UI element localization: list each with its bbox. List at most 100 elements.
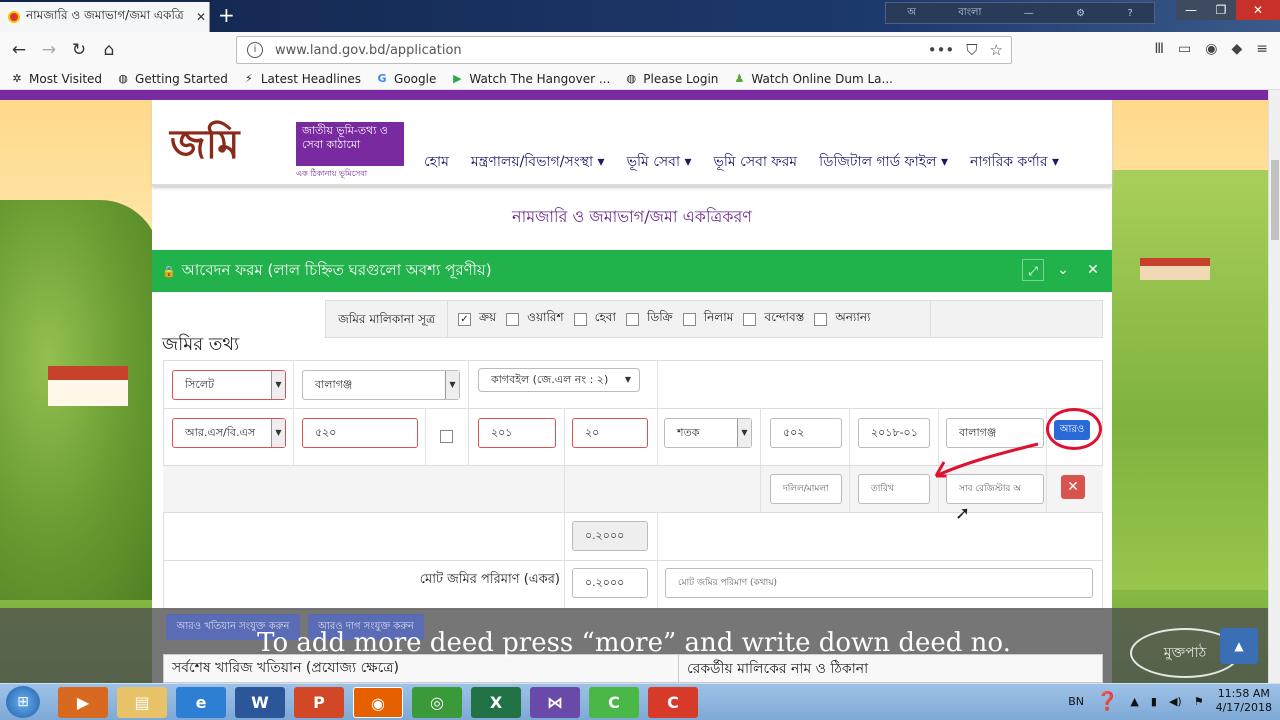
bookmark-item[interactable]: G Google <box>375 71 437 86</box>
chrome-icon[interactable]: ◎ <box>412 687 462 718</box>
khatian-input[interactable]: ৫২০ <box>302 418 418 448</box>
page-scrollbar[interactable] <box>1268 90 1280 683</box>
bookmark-item[interactable]: ♟ Watch Online Dum La... <box>732 72 892 86</box>
checkbox-gift[interactable] <box>573 312 587 326</box>
menu-citizen-corner[interactable]: নাগরিক কর্ণার ▾ <box>970 150 1059 174</box>
network-icon[interactable]: ▮ <box>1151 695 1157 708</box>
video-caption: To add more deed press “more” and write … <box>257 628 1011 658</box>
upazila-select[interactable]: বালাগঞ্জ ▼ <box>302 370 460 400</box>
rss-icon: ⚡ <box>244 71 253 85</box>
checkbox-decree[interactable] <box>625 312 639 326</box>
volume-icon[interactable]: ◀) <box>1169 695 1182 708</box>
checkbox-settlement[interactable] <box>743 312 757 326</box>
maximize-button[interactable]: ❐ <box>1206 0 1236 20</box>
checkbox-inheritance[interactable] <box>506 312 520 326</box>
sidebar-icon[interactable]: ▭ <box>1178 41 1191 57</box>
clock[interactable]: 11:58 AM 4/17/2018 <box>1216 687 1272 715</box>
word-icon[interactable]: W <box>235 687 285 718</box>
forward-arrow-icon[interactable]: → <box>34 40 64 60</box>
page-actions-icon[interactable]: ••• <box>928 41 955 59</box>
unit-select[interactable]: শতক ▼ <box>664 418 752 448</box>
bookmark-item[interactable]: ◍ Please Login <box>624 72 718 86</box>
recorder-icon[interactable]: C <box>648 687 698 718</box>
new-tab-button[interactable]: + <box>218 4 235 26</box>
gear-icon: ✲ <box>12 71 22 85</box>
bookmarks-bar: ✲ Most Visited ◍ Getting Started ⚡ Latest H… <box>0 68 1280 90</box>
address-bar[interactable]: i www.land.gov.bd/application ••• ⛉ ☆ <box>236 36 1012 64</box>
house-illustration <box>48 366 128 406</box>
firefox-icon[interactable]: ◉ <box>353 687 403 718</box>
total-area-input[interactable]: ০.২০০০ <box>572 568 648 598</box>
site-logo[interactable]: জমি জাতীয় ভূমি-তথ্য ও সেবা কাঠামো এক ঠি… <box>170 120 405 178</box>
bookmark-label: Google <box>394 71 437 86</box>
reload-icon[interactable]: ↻ <box>64 40 94 60</box>
visual-studio-icon[interactable]: ⋈ <box>530 687 580 718</box>
amount-input[interactable]: ৫০২ <box>770 418 842 448</box>
settings-icon[interactable]: ⚙ <box>1076 8 1085 19</box>
library-icon[interactable]: Ⅲ <box>1154 41 1164 57</box>
upazila-value: বালাগঞ্জ <box>315 378 353 391</box>
close-tab-icon[interactable]: ✕ <box>193 10 209 24</box>
deed-input[interactable]: দলিল/মামলা <box>770 474 842 504</box>
checkbox-purchase[interactable]: ✓ <box>458 312 471 326</box>
extension-icon[interactable]: ◉ <box>1205 41 1217 57</box>
excel-icon[interactable]: X <box>471 687 521 718</box>
help-icon[interactable]: ❓ <box>1096 691 1118 712</box>
sub-registry-input[interactable]: সাব রেজিস্টার অ <box>946 474 1044 504</box>
deed-date-input[interactable]: তারিখ <box>858 474 930 504</box>
start-button[interactable]: ⊞ <box>6 686 40 718</box>
scroll-top-button[interactable]: ▲ <box>1220 628 1258 664</box>
menu-home[interactable]: হোম <box>424 150 449 174</box>
arrow-stroke <box>935 442 1039 478</box>
browser-tab[interactable]: নামজারি ও জমাভাগ/জমা একত্রি ✕ <box>0 2 210 32</box>
checkbox-other[interactable] <box>814 312 828 326</box>
site-favicon-icon <box>8 11 20 23</box>
scrollbar-thumb[interactable] <box>1271 160 1279 240</box>
menu-ministry[interactable]: মন্ত্রণালয়/বিভাগ/সংস্থা ▾ <box>471 150 605 174</box>
site-top-stripe <box>0 90 1280 100</box>
checkbox-auction[interactable] <box>682 312 696 326</box>
district-select[interactable]: সিলেট ▼ <box>172 370 286 400</box>
pocket-icon[interactable]: ⛉ <box>966 41 977 59</box>
bookmark-item[interactable]: ✲ Most Visited <box>10 72 102 86</box>
internet-explorer-icon[interactable]: e <box>176 687 226 718</box>
menu-land-service[interactable]: ভূমি সেবা ▾ <box>627 150 692 174</box>
media-player-icon[interactable]: ▶ <box>58 687 108 718</box>
menu-digital-guard-file[interactable]: ডিজিটাল গার্ড ফাইল ▾ <box>819 150 948 174</box>
bookmark-item[interactable]: ▶ Watch The Hangover ... <box>450 72 610 86</box>
row-checkbox[interactable] <box>440 430 453 443</box>
minimize-button[interactable]: — <box>1176 0 1206 20</box>
file-explorer-icon[interactable]: ▤ <box>117 687 167 718</box>
logo-box-text: জাতীয় ভূমি-তথ্য ও সেবা কাঠামো <box>296 122 404 166</box>
row-divider <box>163 560 1103 561</box>
info-icon[interactable]: i <box>247 42 263 58</box>
survey-select[interactable]: আর.এস/বি.এস ▼ <box>172 418 286 448</box>
help-icon[interactable]: ? <box>1127 8 1132 19</box>
language-indicator[interactable]: BN <box>1068 695 1084 708</box>
date-input[interactable]: ২০১৮-০১ <box>858 418 930 448</box>
total-area-words-input[interactable]: মোট জমির পরিমাণ (কথায়) <box>665 568 1093 598</box>
mouza-select[interactable]: কাগবইল (জে.এল নং : ২) ▼ <box>478 368 640 392</box>
globe-icon: ◍ <box>626 71 637 85</box>
bookmark-item[interactable]: ⚡ Latest Headlines <box>242 72 361 86</box>
tray-arrow-icon[interactable]: ▲ <box>1130 695 1138 708</box>
menu-icon[interactable]: ≡ <box>1256 41 1268 57</box>
dag-input[interactable]: ২০১ <box>478 418 556 448</box>
flag-icon[interactable]: ⚑ <box>1194 695 1204 708</box>
close-window-button[interactable]: ✕ <box>1236 0 1280 20</box>
addon-icon[interactable]: ◆ <box>1231 41 1242 57</box>
back-arrow-icon[interactable]: ← <box>4 40 34 60</box>
menu-land-service-form[interactable]: ভূমি সেবা ফরম <box>713 150 797 174</box>
home-icon[interactable]: ⌂ <box>94 40 124 60</box>
bookmark-item[interactable]: ◍ Getting Started <box>116 72 228 86</box>
language-bar[interactable]: অ বাংলা — ⚙ ? <box>885 2 1155 24</box>
powerpoint-icon[interactable]: P <box>294 687 344 718</box>
minimize-langbar-icon[interactable]: — <box>1024 8 1034 19</box>
expand-icon[interactable]: ⤢ <box>1022 259 1044 281</box>
close-icon[interactable]: ✕ <box>1082 259 1104 281</box>
collapse-chevron-icon[interactable]: ⌄ <box>1052 259 1074 281</box>
bookmark-star-icon[interactable]: ☆ <box>990 41 1003 59</box>
delete-row-button[interactable]: ✕ <box>1061 475 1085 499</box>
camtasia-icon[interactable]: C <box>589 687 639 718</box>
share-input[interactable]: ২০ <box>572 418 648 448</box>
